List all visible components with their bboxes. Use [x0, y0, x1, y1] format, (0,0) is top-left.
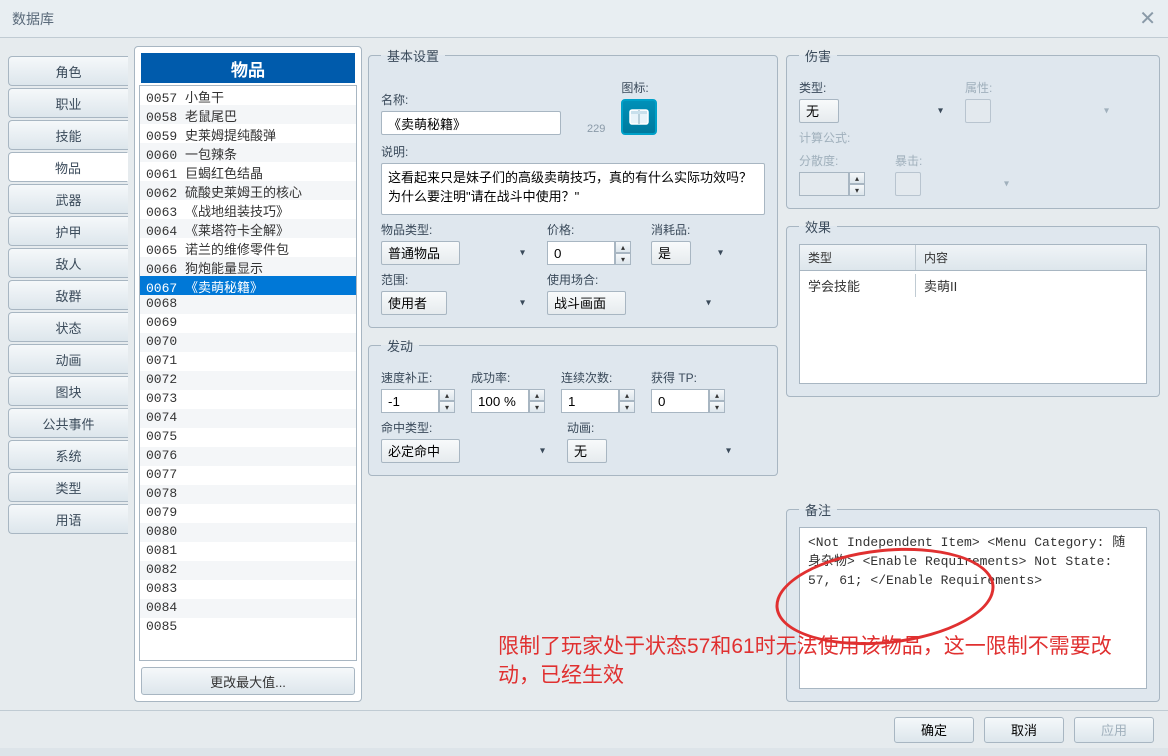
- list-item[interactable]: 0081: [140, 542, 356, 561]
- hit-type-select[interactable]: 必定命中: [381, 439, 460, 463]
- list-item[interactable]: 0084: [140, 599, 356, 618]
- element-select: [965, 99, 991, 123]
- close-icon[interactable]: ✕: [1139, 6, 1156, 31]
- scope-select[interactable]: 使用者: [381, 291, 447, 315]
- list-item[interactable]: 0077: [140, 466, 356, 485]
- list-item[interactable]: 0070: [140, 333, 356, 352]
- list-item[interactable]: 0067 《卖萌秘籍》: [140, 276, 356, 295]
- list-item[interactable]: 0082: [140, 561, 356, 580]
- effects-table[interactable]: 类型 内容 学会技能卖萌II: [799, 244, 1147, 384]
- notes-panel: 备注 <Not Independent Item> <Menu Category…: [786, 500, 1160, 702]
- list-item[interactable]: 0057 小鱼干: [140, 86, 356, 105]
- consumable-select[interactable]: 是: [651, 241, 691, 265]
- success-input[interactable]: ▴▾: [471, 389, 545, 413]
- list-item[interactable]: 0073: [140, 390, 356, 409]
- tab-1[interactable]: 职业: [8, 88, 128, 118]
- window-title: 数据库: [12, 9, 54, 29]
- effect-row[interactable]: 学会技能卖萌II: [800, 271, 1146, 300]
- animation-select[interactable]: 无: [567, 439, 607, 463]
- name-input[interactable]: [381, 111, 561, 135]
- tab-12[interactable]: 系统: [8, 440, 128, 470]
- list-item[interactable]: 0074: [140, 409, 356, 428]
- tab-10[interactable]: 图块: [8, 376, 128, 406]
- damage-type-select[interactable]: 无: [799, 99, 839, 123]
- list-header: 物品: [141, 53, 355, 83]
- ok-button[interactable]: 确定: [894, 717, 974, 743]
- list-item[interactable]: 0080: [140, 523, 356, 542]
- item-list[interactable]: 0057 小鱼干0058 老鼠尾巴0059 史莱姆提纯酸弹0060 一包辣条00…: [139, 85, 357, 661]
- list-item[interactable]: 0062 硫酸史莱姆王的核心: [140, 181, 356, 200]
- tab-7[interactable]: 敌群: [8, 280, 128, 310]
- description-input[interactable]: [381, 163, 765, 215]
- list-item[interactable]: 0078: [140, 485, 356, 504]
- tab-8[interactable]: 状态: [8, 312, 128, 342]
- change-max-button[interactable]: 更改最大值...: [141, 667, 355, 695]
- list-item[interactable]: 0066 狗炮能量显示: [140, 257, 356, 276]
- list-item[interactable]: 0076: [140, 447, 356, 466]
- list-item[interactable]: 0085: [140, 618, 356, 637]
- list-item[interactable]: 0071: [140, 352, 356, 371]
- tp-gain-input[interactable]: ▴▾: [651, 389, 725, 413]
- tab-9[interactable]: 动画: [8, 344, 128, 374]
- tab-14[interactable]: 用语: [8, 504, 128, 534]
- dialog-buttons: 确定 取消 应用: [0, 710, 1168, 748]
- list-item[interactable]: 0061 巨蝎红色结晶: [140, 162, 356, 181]
- tab-2[interactable]: 技能: [8, 120, 128, 150]
- cancel-button[interactable]: 取消: [984, 717, 1064, 743]
- list-item[interactable]: 0083: [140, 580, 356, 599]
- damage-settings: 伤害 类型: 无 属性: 计算公式: 分散度: ▴▾ 暴击:: [786, 46, 1160, 209]
- tab-0[interactable]: 角色: [8, 56, 128, 86]
- basic-settings: 基本设置 名称: 229 图标:: [368, 46, 778, 328]
- list-item[interactable]: 0065 诺兰的维修零件包: [140, 238, 356, 257]
- list-item[interactable]: 0069: [140, 314, 356, 333]
- price-input[interactable]: ▴▾: [547, 241, 635, 265]
- category-tabs: 角色职业技能物品武器护甲敌人敌群状态动画图块公共事件系统类型用语: [8, 46, 128, 702]
- list-item[interactable]: 0058 老鼠尾巴: [140, 105, 356, 124]
- tab-11[interactable]: 公共事件: [8, 408, 128, 438]
- tab-4[interactable]: 武器: [8, 184, 128, 214]
- tab-5[interactable]: 护甲: [8, 216, 128, 246]
- list-item[interactable]: 0068: [140, 295, 356, 314]
- tab-6[interactable]: 敌人: [8, 248, 128, 278]
- invoke-settings: 发动 速度补正: ▴▾ 成功率: ▴▾ 连续次数: ▴▾ 获得 TP: ▴▾ 命…: [368, 336, 778, 476]
- tab-3[interactable]: 物品: [8, 152, 128, 182]
- titlebar: 数据库 ✕: [0, 0, 1168, 38]
- tab-13[interactable]: 类型: [8, 472, 128, 502]
- apply-button[interactable]: 应用: [1074, 717, 1154, 743]
- icon-button[interactable]: [621, 99, 657, 135]
- occasion-select[interactable]: 战斗画面: [547, 291, 626, 315]
- list-item[interactable]: 0072: [140, 371, 356, 390]
- notes-textarea[interactable]: <Not Independent Item> <Menu Category: 随…: [799, 527, 1147, 689]
- list-item[interactable]: 0079: [140, 504, 356, 523]
- effects-panel: 效果 类型 内容 学会技能卖萌II: [786, 217, 1160, 397]
- variance-input: ▴▾: [799, 172, 879, 196]
- item-type-select[interactable]: 普通物品: [381, 241, 460, 265]
- list-item[interactable]: 0075: [140, 428, 356, 447]
- speed-input[interactable]: ▴▾: [381, 389, 455, 413]
- repeat-input[interactable]: ▴▾: [561, 389, 635, 413]
- list-item[interactable]: 0064 《莱塔符卡全解》: [140, 219, 356, 238]
- list-item[interactable]: 0060 一包辣条: [140, 143, 356, 162]
- list-item[interactable]: 0059 史莱姆提纯酸弹: [140, 124, 356, 143]
- list-item[interactable]: 0063 《战地组装技巧》: [140, 200, 356, 219]
- item-list-panel: 物品 0057 小鱼干0058 老鼠尾巴0059 史莱姆提纯酸弹0060 一包辣…: [134, 46, 362, 702]
- critical-select: [895, 172, 921, 196]
- icon-index: 229: [587, 123, 605, 135]
- book-icon: [627, 105, 651, 129]
